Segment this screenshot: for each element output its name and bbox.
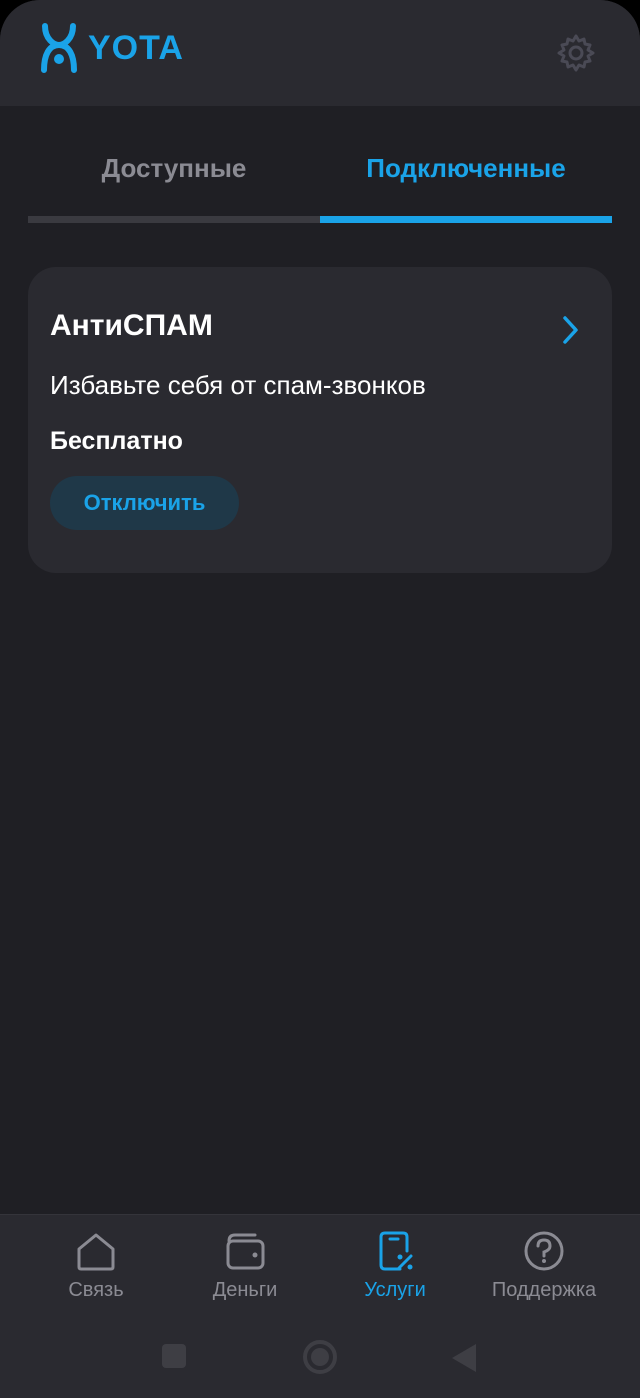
home-icon bbox=[77, 1233, 115, 1271]
gear-icon[interactable] bbox=[556, 33, 596, 73]
tab-connected-underline bbox=[320, 216, 612, 223]
nav-label-uslugi: Услуги bbox=[364, 1279, 426, 1301]
app-header: YOTA bbox=[0, 0, 640, 106]
nav-item-dengi[interactable]: Деньги bbox=[165, 1229, 325, 1319]
app-screen: YOTA Доступные Подключенные АнтиСПАМ Изб… bbox=[0, 0, 640, 1398]
service-title: АнтиСПАМ bbox=[50, 309, 213, 342]
yota-logo-icon bbox=[41, 23, 77, 73]
home-circle-icon[interactable] bbox=[302, 1339, 338, 1375]
services-percent-icon bbox=[379, 1231, 413, 1271]
tab-available[interactable]: Доступные bbox=[28, 140, 320, 224]
back-icon[interactable] bbox=[450, 1342, 478, 1374]
chevron-right-icon[interactable] bbox=[560, 315, 582, 345]
nav-item-svyaz[interactable]: Связь bbox=[16, 1229, 176, 1319]
disconnect-button[interactable]: Отключить bbox=[50, 476, 239, 530]
recent-apps-icon[interactable] bbox=[160, 1342, 188, 1370]
tabs: Доступные Подключенные bbox=[28, 140, 612, 224]
yota-logo: YOTA bbox=[40, 22, 184, 74]
nav-item-podderzhka[interactable]: Поддержка bbox=[464, 1229, 624, 1319]
nav-label-podderzhka: Поддержка bbox=[491, 1279, 597, 1301]
logo-text: YOTA bbox=[88, 28, 184, 67]
nav-label-svyaz: Связь bbox=[68, 1279, 124, 1301]
help-icon bbox=[524, 1231, 564, 1271]
system-navigation-bar bbox=[0, 1330, 640, 1390]
tab-connected[interactable]: Подключенные bbox=[320, 140, 612, 224]
tab-available-label: Доступные bbox=[101, 153, 247, 183]
service-price: Бесплатно bbox=[50, 427, 183, 455]
service-description: Избавьте себя от спам-звонков bbox=[50, 370, 426, 400]
tab-connected-label: Подключенные bbox=[366, 153, 566, 183]
nav-label-dengi: Деньги bbox=[212, 1279, 278, 1301]
service-card-antispam[interactable]: АнтиСПАМ Избавьте себя от спам-звонков Б… bbox=[28, 267, 612, 573]
nav-item-uslugi[interactable]: Услуги bbox=[315, 1229, 475, 1319]
tab-available-underline bbox=[28, 216, 320, 223]
wallet-icon bbox=[226, 1233, 265, 1270]
